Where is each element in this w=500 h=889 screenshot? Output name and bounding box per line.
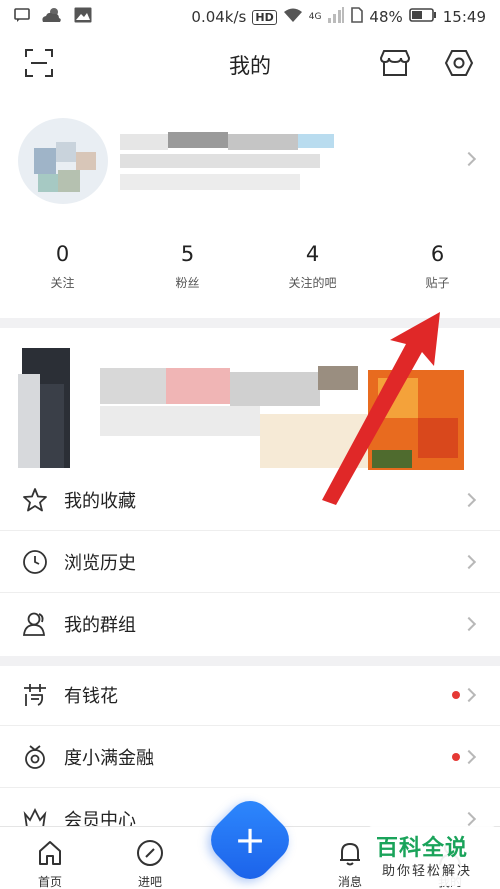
compass-icon (136, 839, 164, 871)
tab-label: 消息 (337, 875, 362, 889)
tab-home[interactable]: 首页 (0, 827, 100, 889)
plus-icon: + (234, 818, 266, 862)
tab-label: 首页 (37, 875, 62, 889)
watermark-title: 百科全说 (376, 836, 469, 861)
home-icon (36, 839, 64, 871)
tab-enter-bar[interactable]: 进吧 (100, 827, 200, 889)
bell-icon (336, 839, 364, 871)
tab-label: 进吧 (137, 875, 162, 889)
annotation-arrow-icon (322, 312, 440, 505)
watermark: 百科全说 助你轻松解决 (368, 826, 496, 886)
watermark-subtitle: 助你轻松解决 (382, 864, 473, 879)
